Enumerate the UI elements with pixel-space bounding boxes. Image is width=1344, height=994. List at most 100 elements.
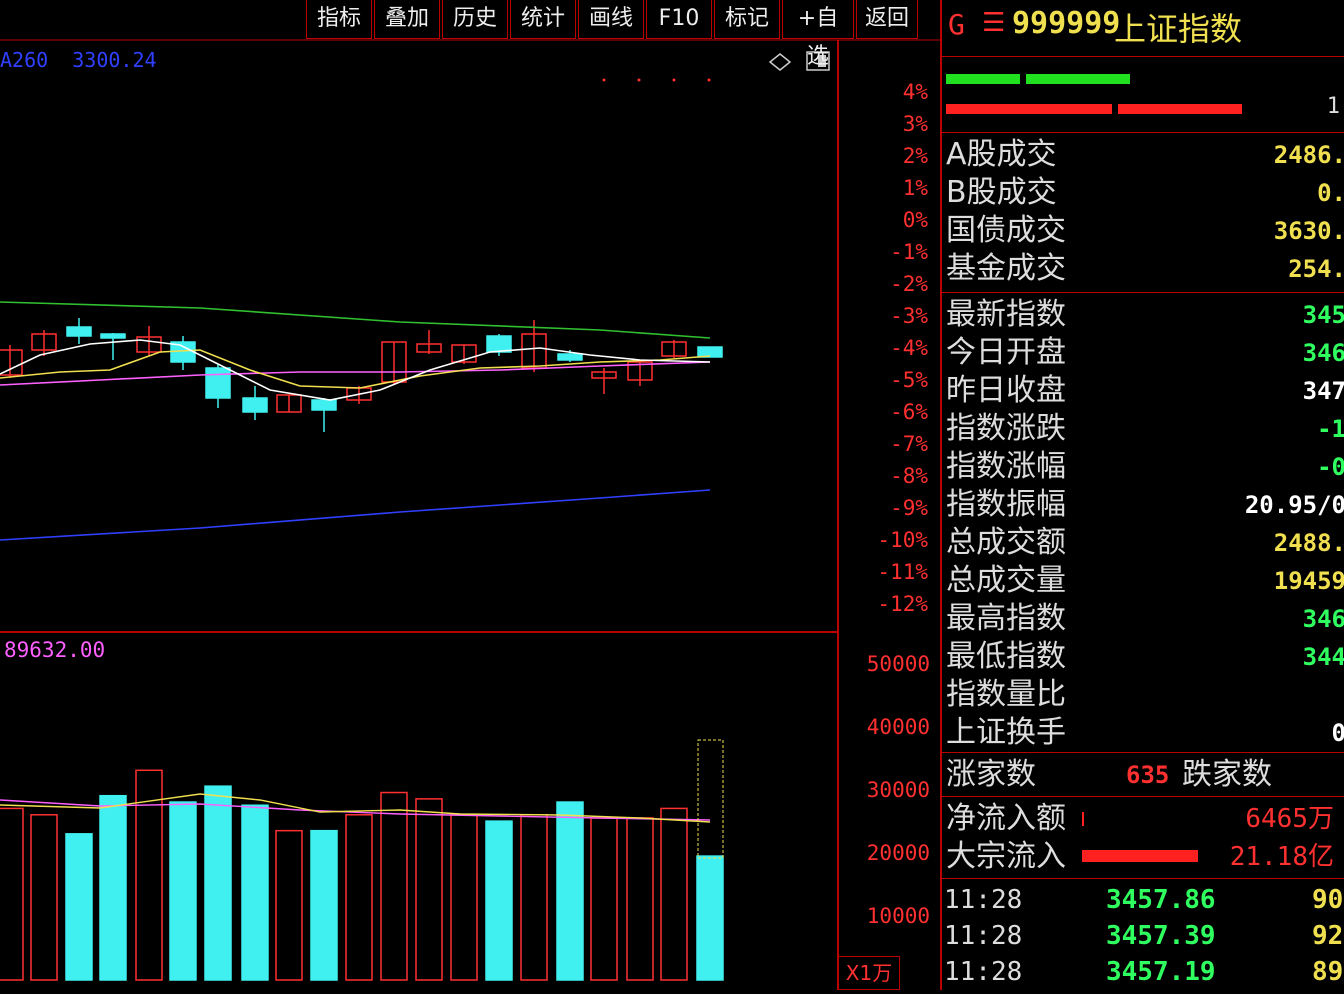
ma60-line: [0, 301, 711, 339]
volume-bar: [0, 807, 24, 981]
volume-bar: [65, 833, 93, 981]
ma-header-a: A260: [0, 48, 49, 72]
row-label: 总成交量: [946, 563, 1066, 598]
percent-tick: -5%: [890, 368, 928, 392]
percent-tick: -3%: [890, 304, 928, 328]
toolbar-button-1[interactable]: 叠加: [374, 0, 440, 39]
row-value: 345: [1302, 301, 1344, 329]
summary-row: 国债成交 3630.: [942, 212, 1344, 250]
block-inflow-value: 21.18亿: [1229, 842, 1334, 872]
tick-trade-row[interactable]: 11:28 3457.19 89: [942, 954, 1344, 990]
toolbar-button-2[interactable]: 历史: [442, 0, 508, 39]
row-label: 总成交额: [946, 525, 1066, 560]
net-inflow-row: 净流入额 6465万: [942, 800, 1344, 838]
toolbar-button-3[interactable]: 统计: [510, 0, 576, 39]
candle-body: [311, 399, 337, 411]
quote-row: 指数涨跌 -1: [942, 410, 1344, 448]
summary-row: B股成交 0.: [942, 174, 1344, 212]
row-label: 基金成交: [946, 251, 1066, 286]
toolbar-button-6[interactable]: 标记: [714, 0, 780, 39]
volume-tick: 30000: [866, 778, 930, 802]
quote-row: 总成交额 2488.: [942, 524, 1344, 562]
toolbar-button-0[interactable]: 指标: [306, 0, 372, 39]
volume-bar: [275, 829, 303, 981]
percent-tick: 0%: [902, 208, 928, 232]
trade-time: 11:28: [944, 885, 1023, 915]
menu-icon[interactable]: ☰: [982, 8, 1005, 38]
tick-trade-row[interactable]: 11:28 3457.39 92: [942, 918, 1344, 954]
trade-volume: 90: [1312, 885, 1344, 915]
net-inflow-label: 净流入额: [946, 801, 1066, 836]
percent-tick: -1%: [890, 240, 928, 264]
divider: [942, 292, 1344, 293]
row-label: 指数涨跌: [946, 411, 1066, 446]
candle-body: [205, 367, 231, 399]
row-label: 指数振幅: [946, 487, 1066, 522]
quote-row: 指数量比: [942, 676, 1344, 714]
percent-tick: -12%: [877, 592, 928, 616]
summary-row: A股成交 2486.: [942, 136, 1344, 174]
percent-tick: -7%: [890, 432, 928, 456]
toolbar-button-7[interactable]: +自选: [782, 0, 854, 69]
quote-row: 指数振幅 20.95/0: [942, 486, 1344, 524]
percent-tick: -9%: [890, 496, 928, 520]
row-value: 346: [1302, 339, 1344, 367]
trade-time: 11:28: [944, 921, 1023, 951]
volume-tick: 50000: [866, 652, 930, 676]
block-inflow-bar: [1082, 850, 1198, 862]
percent-tick: -8%: [890, 464, 928, 488]
green-bar-1: [946, 74, 1020, 84]
row-value: 19459: [1273, 567, 1344, 595]
volume-unit[interactable]: X1万: [838, 956, 900, 990]
row-value: 347: [1302, 377, 1344, 405]
toolbar-button-5[interactable]: F10: [646, 0, 712, 39]
volume-bar: [99, 794, 127, 981]
net-inflow-bar: [1082, 812, 1084, 826]
volume-bar: [450, 814, 478, 981]
ma-header: A260 3300.24: [0, 48, 157, 72]
kline-chart[interactable]: [0, 0, 940, 990]
trade-price: 3457.39: [1106, 921, 1216, 951]
volume-tick: 40000: [866, 715, 930, 739]
row-label: B股成交: [946, 175, 1057, 210]
down-count-label: 跌家数: [1182, 757, 1272, 792]
row-label: A股成交: [946, 137, 1057, 172]
trade-price: 3457.19: [1106, 957, 1216, 987]
volume-bar: [626, 817, 654, 981]
toolbar-button-4[interactable]: 画线: [578, 0, 644, 39]
row-label: 上证换手: [946, 715, 1066, 750]
row-label: 最低指数: [946, 639, 1066, 674]
candle-body: [100, 333, 126, 339]
g-label: G: [948, 8, 965, 41]
volume-tick: 10000: [866, 904, 930, 928]
volume-bar: [241, 804, 269, 981]
quote-row: 最低指数 344: [942, 638, 1344, 676]
toolbar-button-8[interactable]: 返回: [856, 0, 918, 39]
volume-bar: [380, 791, 408, 981]
volume-bar: [169, 801, 197, 981]
current-volume-box: [697, 739, 724, 859]
row-label: 指数量比: [946, 677, 1066, 712]
row-value: 344: [1302, 643, 1344, 671]
red-bar-2: [1118, 104, 1242, 114]
quote-row: 上证换手 0: [942, 714, 1344, 752]
diamond-icon[interactable]: [768, 53, 792, 71]
volume-bar: [696, 855, 724, 981]
divider: [942, 796, 1344, 797]
tick-trade-row[interactable]: 11:28 3457.86 90: [942, 882, 1344, 918]
percent-tick: -10%: [877, 528, 928, 552]
quote-panel: G ☰ 999999 上证指数 1 A股成交 2486. B股成交 0. 国债成交 363…: [940, 0, 1344, 990]
volume-bar: [345, 814, 373, 981]
volume-tick: 20000: [866, 841, 930, 865]
row-label: 昨日收盘: [946, 373, 1066, 408]
percent-tick: -6%: [890, 400, 928, 424]
percent-tick: 3%: [902, 112, 928, 136]
percent-tick: -4%: [890, 336, 928, 360]
ma250-line: [0, 489, 711, 541]
up-count-label: 涨家数: [946, 757, 1036, 792]
chart-area[interactable]: A260 3300.24 89632.00 4% 3% 2% 1% 0% -1% -2% -3…: [0, 0, 940, 990]
quote-row: 最高指数 346: [942, 600, 1344, 638]
quote-row: 总成交量 19459: [942, 562, 1344, 600]
marker-dot: [637, 78, 641, 82]
divider: [942, 878, 1344, 879]
